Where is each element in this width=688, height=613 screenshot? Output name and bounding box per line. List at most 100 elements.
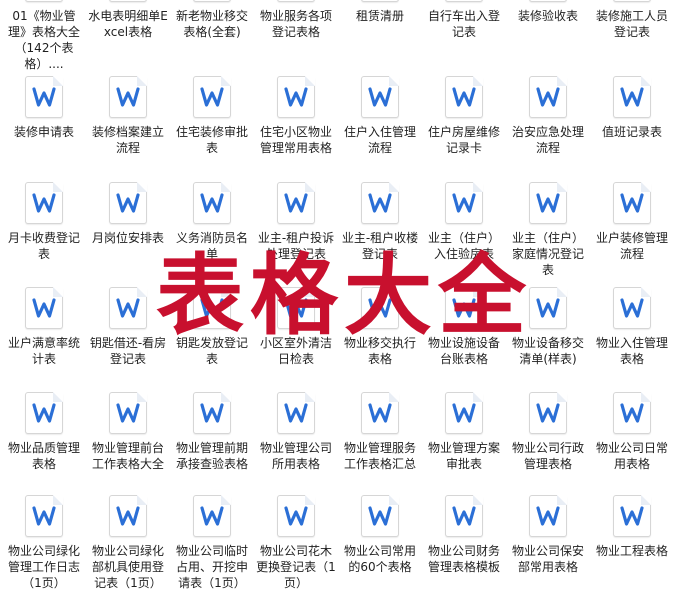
file-item[interactable]: 物业公司花木更换登记表（1页） <box>254 495 338 591</box>
file-item[interactable]: 物业入住管理表格 <box>590 287 674 367</box>
file-item[interactable]: 新老物业移交表格(全套) <box>170 0 254 40</box>
file-name-label: 物业公司临时占用、开挖申请表（1页） <box>175 544 248 590</box>
file-name-label: 物业工程表格 <box>595 544 668 558</box>
word-doc-icon <box>361 392 399 434</box>
word-doc-icon <box>613 495 651 537</box>
word-doc-icon <box>277 182 315 224</box>
file-item[interactable]: 装修验收表 <box>506 0 590 24</box>
file-item[interactable]: 物业公司财务管理表格模板 <box>422 495 506 575</box>
file-item[interactable]: 装修申请表 <box>2 76 86 140</box>
file-item[interactable]: 业主-租户投诉处理登记表 <box>254 182 338 262</box>
word-doc-icon <box>109 182 147 224</box>
file-item[interactable]: 装修施工人员登记表 <box>590 0 674 40</box>
word-doc-icon <box>25 495 63 537</box>
file-item[interactable]: 物业公司日常用表格 <box>590 392 674 472</box>
word-doc-icon <box>25 182 63 224</box>
word-doc-icon <box>529 392 567 434</box>
file-item[interactable]: 业主（住户）家庭情况登记表 <box>506 182 590 278</box>
file-item[interactable]: 住宅小区物业管理常用表格 <box>254 76 338 156</box>
word-doc-icon <box>25 287 63 329</box>
word-doc-icon <box>361 76 399 118</box>
file-item[interactable]: 自行车出入登记表 <box>422 0 506 40</box>
file-item[interactable]: 住户房屋维修记录卡 <box>422 76 506 156</box>
file-item[interactable]: 物业管理服务工作表格汇总 <box>338 392 422 472</box>
file-item[interactable]: 装修档案建立流程 <box>86 76 170 156</box>
file-item[interactable]: 物业品质管理表格 <box>2 392 86 472</box>
file-name-label: 值班记录表 <box>601 125 662 139</box>
file-name-label: 物业公司保安部常用表格 <box>511 544 584 574</box>
file-item[interactable]: 物业管理公司所用表格 <box>254 392 338 472</box>
file-name-label: 物业设备移交清单(样表) <box>511 336 584 366</box>
file-item[interactable]: 钥匙发放登记表 <box>170 287 254 367</box>
word-doc-icon <box>529 495 567 537</box>
word-doc-icon <box>109 76 147 118</box>
file-name-label: 装修档案建立流程 <box>91 125 164 155</box>
file-item[interactable]: 业主-租户收楼登记表 <box>338 182 422 262</box>
word-doc-icon <box>277 287 315 329</box>
file-name-label: 物业管理前台工作表格大全 <box>91 441 164 471</box>
file-name-label: 水电表明细单Excel表格 <box>88 9 168 39</box>
word-doc-icon <box>361 287 399 329</box>
file-item[interactable]: 小区室外清洁日检表 <box>254 287 338 367</box>
file-name-label: 业主（住户）入住验房表 <box>427 231 500 261</box>
file-name-label: 租赁清册 <box>355 9 404 23</box>
file-item[interactable]: 物业服务各项登记表格 <box>254 0 338 40</box>
word-doc-icon <box>445 287 483 329</box>
file-item[interactable]: 水电表明细单Excel表格 <box>86 0 170 40</box>
file-item[interactable]: 月卡收费登记表 <box>2 182 86 262</box>
file-item[interactable]: 物业管理前台工作表格大全 <box>86 392 170 472</box>
file-item[interactable]: 物业公司临时占用、开挖申请表（1页） <box>170 495 254 591</box>
file-item[interactable]: 住宅装修审批表 <box>170 76 254 156</box>
file-name-label: 物业移交执行表格 <box>343 336 416 366</box>
file-item[interactable]: 钥匙借还-看房登记表 <box>86 287 170 367</box>
file-name-label: 月卡收费登记表 <box>7 231 80 261</box>
file-item[interactable]: 物业管理前期承接查验表格 <box>170 392 254 472</box>
word-doc-icon <box>193 495 231 537</box>
word-doc-icon <box>193 182 231 224</box>
file-name-label: 月岗位安排表 <box>91 231 164 245</box>
file-item[interactable]: 租赁清册 <box>338 0 422 24</box>
word-doc-icon <box>613 287 651 329</box>
file-name-label: 物业管理方案审批表 <box>427 441 500 471</box>
word-doc-icon <box>25 76 63 118</box>
word-doc-icon <box>109 392 147 434</box>
file-name-label: 业户满意率统计表 <box>7 336 80 366</box>
word-doc-icon <box>529 287 567 329</box>
word-doc-icon <box>445 495 483 537</box>
folder-word-icon <box>25 0 63 2</box>
file-item[interactable]: 01《物业管理》表格大全（142个表格）.... <box>2 0 86 72</box>
file-item[interactable]: 物业移交执行表格 <box>338 287 422 367</box>
file-item[interactable]: 月岗位安排表 <box>86 182 170 246</box>
file-item[interactable]: 业户满意率统计表 <box>2 287 86 367</box>
file-item[interactable]: 物业公司行政管理表格 <box>506 392 590 472</box>
file-item[interactable]: 物业公司保安部常用表格 <box>506 495 590 575</box>
file-item[interactable]: 物业公司绿化部机具使用登记表（1页） <box>86 495 170 591</box>
file-name-label: 业主-租户投诉处理登记表 <box>257 231 335 261</box>
file-name-label: 装修申请表 <box>13 125 74 139</box>
file-item[interactable]: 值班记录表 <box>590 76 674 140</box>
file-name-label: 自行车出入登记表 <box>427 9 500 39</box>
word-doc-icon <box>193 0 231 2</box>
file-item[interactable]: 业户装修管理流程 <box>590 182 674 262</box>
file-name-label: 治安应急处理流程 <box>511 125 584 155</box>
file-item[interactable]: 物业管理方案审批表 <box>422 392 506 472</box>
word-doc-icon <box>277 76 315 118</box>
word-doc-icon <box>277 392 315 434</box>
file-item[interactable]: 义务消防员名单 <box>170 182 254 262</box>
word-doc-icon <box>613 0 651 2</box>
file-item[interactable]: 住户入住管理流程 <box>338 76 422 156</box>
file-name-label: 物业服务各项登记表格 <box>259 9 332 39</box>
file-item[interactable]: 物业设施设备台账表格 <box>422 287 506 367</box>
file-name-label: 物业管理服务工作表格汇总 <box>343 441 416 471</box>
file-name-label: 住户入住管理流程 <box>343 125 416 155</box>
file-name-label: 住宅小区物业管理常用表格 <box>259 125 332 155</box>
file-item[interactable]: 业主（住户）入住验房表 <box>422 182 506 262</box>
file-item[interactable]: 物业公司绿化管理工作日志（1页） <box>2 495 86 591</box>
word-doc-icon <box>109 495 147 537</box>
file-name-label: 装修验收表 <box>517 9 578 23</box>
file-item[interactable]: 治安应急处理流程 <box>506 76 590 156</box>
file-item[interactable]: 物业设备移交清单(样表) <box>506 287 590 367</box>
file-item[interactable]: 物业公司常用的60个表格 <box>338 495 422 575</box>
file-item[interactable]: 物业工程表格 <box>590 495 674 559</box>
word-doc-icon <box>445 0 483 2</box>
